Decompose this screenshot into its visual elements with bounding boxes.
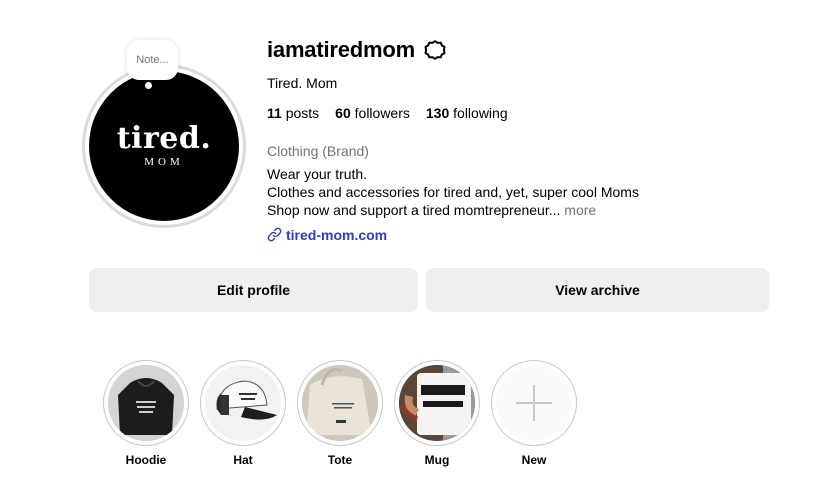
avatar-logo-text: tired. xyxy=(116,121,212,156)
highlight-label: Hoodie xyxy=(125,453,167,467)
bio-line: Shop now and support a tired momtreprene… xyxy=(267,202,561,218)
bio-more-link[interactable]: more xyxy=(564,202,596,218)
profile-stats: 11 posts 60 followers 130 following xyxy=(267,105,524,121)
posts-count: 11 xyxy=(267,105,282,121)
new-highlight-circle xyxy=(496,365,572,441)
highlight-ring xyxy=(200,360,286,446)
highlight-new[interactable]: New xyxy=(491,360,577,467)
followers-count: 60 xyxy=(335,105,351,121)
posts-stat[interactable]: 11 posts xyxy=(267,105,319,121)
hat-thumbnail xyxy=(205,365,281,441)
highlight-label: New xyxy=(521,453,547,467)
note-placeholder: Note... xyxy=(136,54,169,66)
profile-category: Clothing (Brand) xyxy=(267,143,369,159)
plus-icon xyxy=(496,365,572,441)
website-url: tired-mom.com xyxy=(286,226,388,243)
profile-bio: Wear your truth. Clothes and accessories… xyxy=(267,165,639,219)
following-count: 130 xyxy=(425,105,450,121)
edit-profile-button[interactable]: Edit profile xyxy=(89,268,418,312)
followers-stat[interactable]: 60 followers xyxy=(335,105,410,121)
username-row: iamatiredmom xyxy=(267,37,447,63)
view-archive-button[interactable]: View archive xyxy=(426,268,769,312)
gear-icon[interactable] xyxy=(423,38,447,62)
highlight-label: Mug xyxy=(424,453,450,467)
full-name: Tired. Mom xyxy=(267,75,338,91)
tote-thumbnail xyxy=(302,365,378,441)
highlight-label: Hat xyxy=(233,453,253,467)
posts-label: posts xyxy=(285,105,320,121)
highlight-ring xyxy=(103,360,189,446)
followers-label: followers xyxy=(354,105,410,121)
mug-thumbnail xyxy=(399,365,475,441)
bio-line: Clothes and accessories for tired and, y… xyxy=(267,184,639,200)
following-stat[interactable]: 130 following xyxy=(426,105,508,121)
hoodie-thumbnail xyxy=(108,365,184,441)
highlight-ring xyxy=(491,360,577,446)
highlight-hoodie[interactable]: Hoodie xyxy=(103,360,189,467)
note-bubble[interactable]: Note... xyxy=(127,40,178,80)
avatar[interactable]: tired. MOM xyxy=(89,71,239,221)
highlight-tote[interactable]: Tote xyxy=(297,360,383,467)
highlight-mug[interactable]: Mug xyxy=(394,360,480,467)
highlight-label: Tote xyxy=(327,453,353,467)
bio-line: Wear your truth. xyxy=(267,166,368,182)
website-link[interactable]: tired-mom.com xyxy=(266,226,387,243)
highlight-ring xyxy=(297,360,383,446)
following-label: following xyxy=(453,105,508,121)
highlight-hat[interactable]: Hat xyxy=(200,360,286,467)
note-bubble-tail xyxy=(145,82,152,89)
username: iamatiredmom xyxy=(267,37,415,62)
avatar-logo-subtext: MOM xyxy=(144,156,184,168)
highlight-ring xyxy=(394,360,480,446)
link-icon xyxy=(267,227,282,242)
